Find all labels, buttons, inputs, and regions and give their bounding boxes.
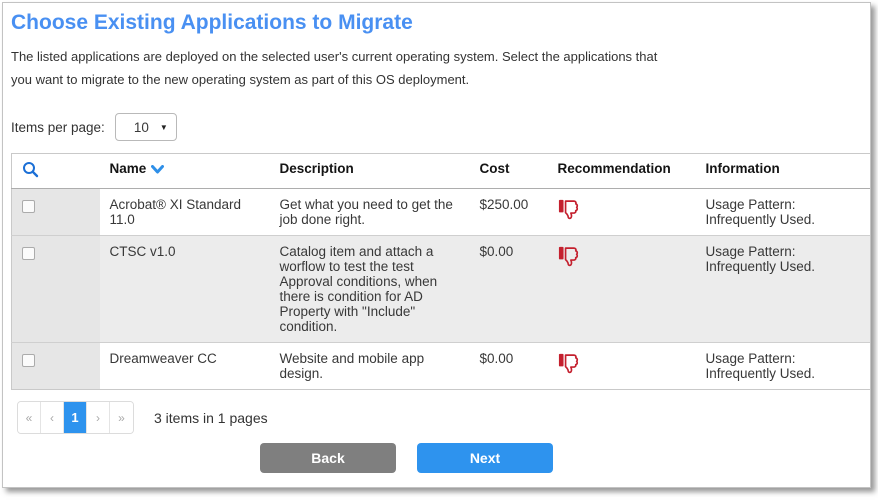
items-per-page-row: Items per page: 10 ▼ [11,113,870,141]
application-description: Website and mobile app design. [270,343,470,390]
next-button[interactable]: Next [417,443,553,473]
checkbox-cell [12,189,100,236]
back-button[interactable]: Back [260,443,396,473]
application-information: Usage Pattern: Infrequently Used. [696,189,872,236]
thumbs-down-icon [558,197,582,223]
pagination-first-button[interactable]: « [18,402,41,433]
application-row: Acrobat® XI Standard 11.0 Get what you n… [12,189,872,236]
application-information: Usage Pattern: Infrequently Used. [696,236,872,343]
pagination-controls: « ‹ 1 › » [17,401,134,434]
recommendation-cell [548,236,696,343]
column-header-name[interactable]: Name [100,154,270,189]
table-header-row: Name Description Cost Recommendation Inf… [12,154,872,189]
row-checkbox[interactable] [22,247,35,260]
items-per-page-select[interactable]: 10 ▼ [115,113,177,141]
items-per-page-value: 10 [134,120,149,135]
recommendation-cell [548,343,696,390]
search-icon[interactable] [22,161,39,181]
table-body: Acrobat® XI Standard 11.0 Get what you n… [12,189,872,390]
row-checkbox[interactable] [22,354,35,367]
column-header-information: Information [696,154,872,189]
search-column-header [12,154,100,189]
page-description: The listed applications are deployed on … [11,45,659,91]
sort-descending-icon [151,162,164,177]
application-name: Acrobat® XI Standard 11.0 [100,189,270,236]
application-name: Dreamweaver CC [100,343,270,390]
pagination-page-1-button[interactable]: 1 [64,402,87,433]
thumbs-down-icon [558,351,582,377]
footer-buttons: Back Next [2,443,840,473]
application-name: CTSC v1.0 [100,236,270,343]
column-header-recommendation: Recommendation [548,154,696,189]
column-header-cost: Cost [470,154,548,189]
items-per-page-label: Items per page: [11,120,105,135]
page-title: Choose Existing Applications to Migrate [11,11,870,35]
application-cost: $0.00 [470,343,548,390]
pagination-next-button[interactable]: › [87,402,110,433]
pagination-summary: 3 items in 1 pages [154,410,268,426]
applications-table: Name Description Cost Recommendation Inf… [11,153,871,390]
application-row: CTSC v1.0 Catalog item and attach a worf… [12,236,872,343]
pagination-row: « ‹ 1 › » 3 items in 1 pages [17,401,870,434]
application-information: Usage Pattern: Infrequently Used. [696,343,872,390]
application-row: Dreamweaver CC Website and mobile app de… [12,343,872,390]
application-description: Get what you need to get the job done ri… [270,189,470,236]
checkbox-cell [12,236,100,343]
row-checkbox[interactable] [22,200,35,213]
column-header-description: Description [270,154,470,189]
application-description: Catalog item and attach a worflow to tes… [270,236,470,343]
recommendation-cell [548,189,696,236]
application-cost: $250.00 [470,189,548,236]
migrate-applications-dialog: Choose Existing Applications to Migrate … [2,2,871,488]
pagination-prev-button[interactable]: ‹ [41,402,64,433]
application-cost: $0.00 [470,236,548,343]
pagination-last-button[interactable]: » [110,402,133,433]
caret-down-icon: ▼ [160,123,168,132]
checkbox-cell [12,343,100,390]
thumbs-down-icon [558,244,582,270]
